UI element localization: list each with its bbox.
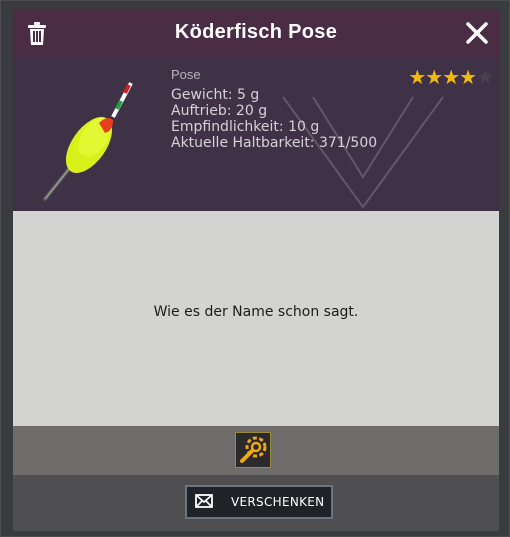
item-type: Pose [171, 67, 201, 82]
envelope-icon [195, 494, 213, 508]
star-filled-icon: ★ [425, 67, 443, 89]
stat-weight: Gewicht: 5 g [171, 87, 260, 103]
item-description: Wie es der Name schon sagt. [153, 304, 359, 320]
star-filled-icon: ★ [442, 67, 460, 89]
action-strip [13, 426, 499, 475]
footer-bar: VERSCHENKEN [13, 475, 499, 531]
stat-sensitivity: Empfindlichkeit: 10 g [171, 119, 320, 135]
stat-durability: Aktuelle Haltbarkeit: 371/500 [171, 135, 378, 151]
repair-gear-icon [240, 436, 267, 463]
item-info-panel: Pose Gewicht: 5 g Auftrieb: 20 g Empfind… [13, 57, 499, 211]
item-stats: Gewicht: 5 g Auftrieb: 20 g Empfindlichk… [171, 87, 377, 151]
item-dialog: Köderfisch Pose Pose Gewicht: 5 g Auftri… [0, 0, 510, 537]
gift-button[interactable]: VERSCHENKEN [185, 485, 333, 519]
repair-button[interactable] [235, 432, 271, 468]
description-panel: Wie es der Name schon sagt. [13, 211, 499, 426]
close-icon[interactable] [465, 21, 489, 45]
title-bar: Köderfisch Pose [13, 9, 499, 57]
star-filled-icon: ★ [408, 67, 426, 89]
star-empty-icon: ★ [476, 67, 494, 89]
stat-buoyancy: Auftrieb: 20 g [171, 103, 268, 119]
rating-stars: ★★★★★ [408, 65, 494, 90]
gift-button-label: VERSCHENKEN [231, 495, 325, 509]
fishing-float-icon [43, 82, 133, 201]
star-filled-icon: ★ [459, 67, 477, 89]
dialog-title: Köderfisch Pose [174, 21, 338, 43]
dialog-body: Köderfisch Pose Pose Gewicht: 5 g Auftri… [13, 9, 499, 531]
